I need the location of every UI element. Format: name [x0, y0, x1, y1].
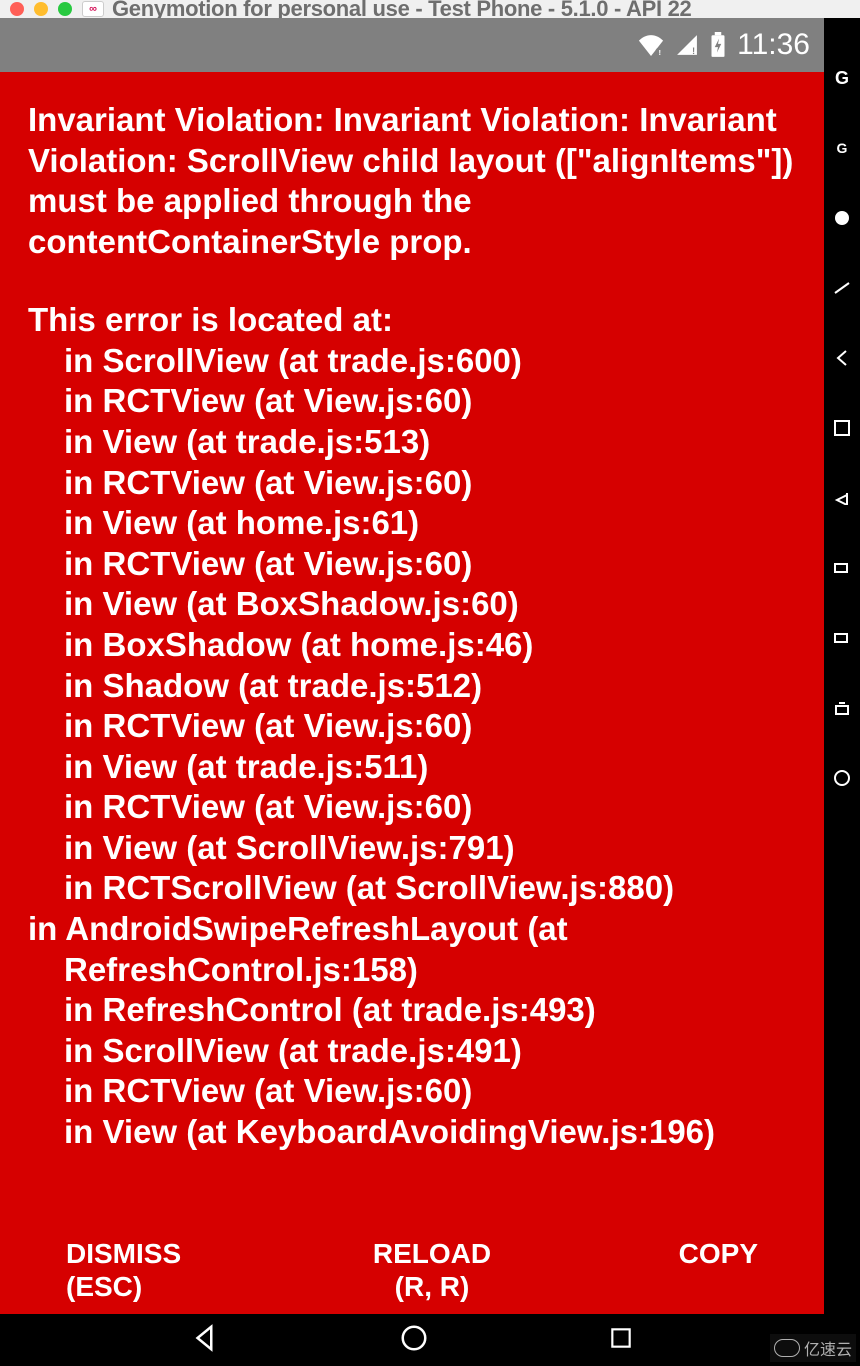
- side-tool-item[interactable]: [832, 628, 852, 648]
- cloud-icon: [774, 1339, 800, 1357]
- side-tool-g2[interactable]: G: [832, 138, 852, 158]
- android-nav-bar: [0, 1314, 824, 1366]
- stack-frame[interactable]: in RCTView (at View.js:60): [64, 463, 796, 504]
- stack-frame[interactable]: in View (at trade.js:513): [64, 422, 796, 463]
- window-minimize-button[interactable]: [34, 2, 48, 16]
- side-tool-item[interactable]: [832, 768, 852, 788]
- watermark-text: 亿速云: [804, 1336, 852, 1360]
- stack-frame[interactable]: in BoxShadow (at home.js:46): [64, 625, 796, 666]
- genymotion-app-icon: ∞: [82, 1, 104, 17]
- device-screen: ! ! 11:36 Invariant Violation: Invariant…: [0, 18, 824, 1314]
- stack-frame[interactable]: in RCTView (at View.js:60): [64, 1071, 796, 1112]
- stack-frame[interactable]: in RCTScrollView (at ScrollView.js:880): [64, 868, 796, 909]
- side-tool-item[interactable]: [832, 558, 852, 578]
- side-tool-item[interactable]: [832, 488, 852, 508]
- stack-frame[interactable]: in RCTView (at View.js:60): [64, 544, 796, 585]
- genymotion-side-toolbar: G G: [824, 18, 860, 1366]
- copy-button[interactable]: COPY: [608, 1237, 758, 1304]
- window-maximize-button[interactable]: [58, 2, 72, 16]
- svg-text:!: !: [692, 46, 695, 56]
- stack-frame[interactable]: in View (at ScrollView.js:791): [64, 828, 796, 869]
- stack-frame[interactable]: in View (at trade.js:511): [64, 747, 796, 788]
- nav-home-button[interactable]: [399, 1323, 429, 1358]
- window-close-button[interactable]: [10, 2, 24, 16]
- side-tool-item[interactable]: [832, 698, 852, 718]
- watermark: 亿速云: [770, 1334, 856, 1362]
- error-message: Invariant Violation: Invariant Violation…: [28, 100, 796, 262]
- nav-recents-button[interactable]: [608, 1325, 634, 1356]
- stack-frame[interactable]: in ScrollView (at trade.js:491): [64, 1031, 796, 1072]
- android-status-bar: ! ! 11:36: [0, 18, 824, 72]
- error-button-row: DISMISS (ESC) RELOAD (R, R) COPY: [28, 1223, 796, 1314]
- side-tool-item[interactable]: [832, 278, 852, 298]
- stack-frame[interactable]: in View (at KeyboardAvoidingView.js:196): [64, 1112, 796, 1153]
- stack-frame[interactable]: in AndroidSwipeRefreshLayout (at Refresh…: [64, 909, 796, 990]
- side-tool-gps[interactable]: G: [832, 68, 852, 88]
- emulator-frame: ! ! 11:36 Invariant Violation: Invariant…: [0, 18, 860, 1366]
- stack-header: This error is located at:: [28, 300, 796, 341]
- dismiss-button[interactable]: DISMISS (ESC): [66, 1237, 256, 1304]
- react-native-redbox: Invariant Violation: Invariant Violation…: [0, 72, 824, 1314]
- stack-frame[interactable]: in ScrollView (at trade.js:600): [64, 341, 796, 382]
- stack-frame[interactable]: in RefreshControl (at trade.js:493): [64, 990, 796, 1031]
- nav-back-button[interactable]: [190, 1323, 220, 1358]
- stack-frame[interactable]: in Shadow (at trade.js:512): [64, 666, 796, 707]
- stack-frame[interactable]: in RCTView (at View.js:60): [64, 381, 796, 422]
- reload-button[interactable]: RELOAD (R, R): [276, 1237, 588, 1304]
- mac-titlebar: ∞ Genymotion for personal use - Test Pho…: [0, 0, 860, 18]
- stack-frame[interactable]: in View (at home.js:61): [64, 503, 796, 544]
- stack-frame[interactable]: in RCTView (at View.js:60): [64, 706, 796, 747]
- svg-text:!: !: [659, 48, 662, 56]
- side-tool-back-icon[interactable]: [832, 348, 852, 368]
- battery-charging-icon: [709, 32, 727, 58]
- stack-frame[interactable]: in RCTView (at View.js:60): [64, 787, 796, 828]
- cellular-icon: !: [675, 34, 699, 56]
- side-tool-item[interactable]: [832, 418, 852, 438]
- stack-frame[interactable]: in View (at BoxShadow.js:60): [64, 584, 796, 625]
- traffic-lights: [10, 2, 72, 16]
- status-time: 11:36: [737, 28, 810, 62]
- side-tool-item[interactable]: [832, 208, 852, 228]
- error-content[interactable]: Invariant Violation: Invariant Violation…: [28, 100, 796, 1223]
- wifi-icon: !: [637, 34, 665, 56]
